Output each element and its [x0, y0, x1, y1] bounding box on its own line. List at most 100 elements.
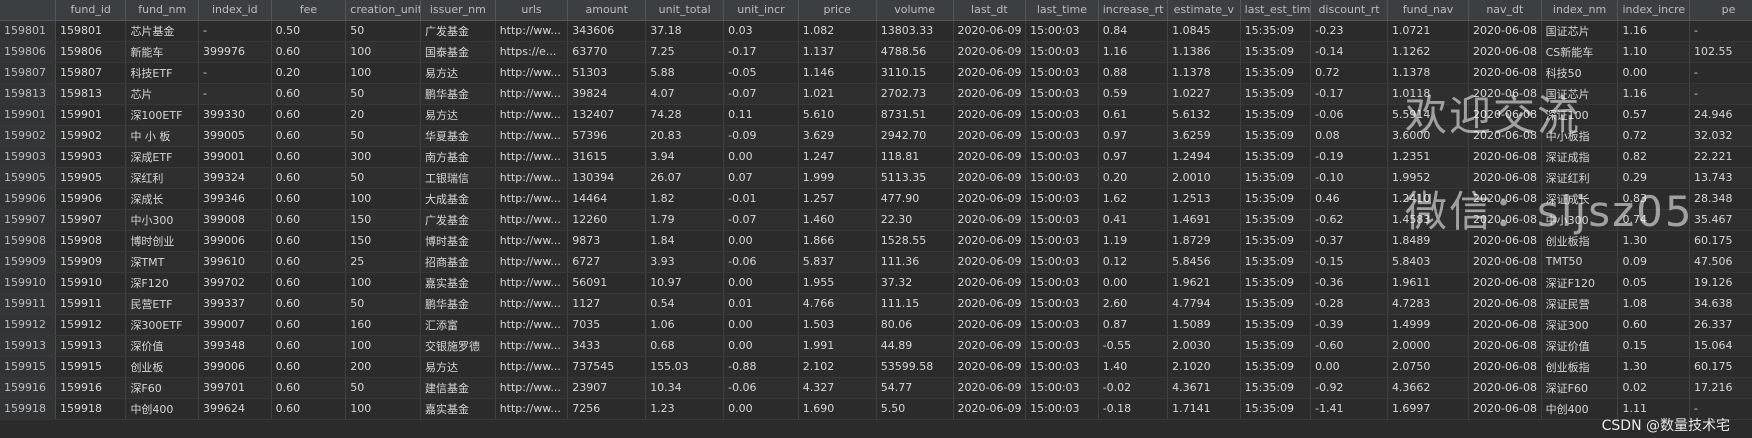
table-row[interactable]: 159908 159908 博时创业 399006 0.60 150 博时基金 http://… [0, 230, 1752, 252]
table-cell[interactable]: 1.1262 [1387, 41, 1470, 63]
table-cell[interactable]: 中小300 [1541, 209, 1619, 231]
table-cell[interactable]: 0.00 [1310, 356, 1388, 378]
table-cell[interactable]: 深证成指 [1541, 146, 1619, 168]
table-cell[interactable]: 74.28 [645, 104, 725, 126]
table-cell[interactable]: 博时创业 [125, 230, 200, 252]
table-cell[interactable]: 深证红利 [1541, 167, 1619, 189]
table-cell[interactable]: 4.7283 [1387, 293, 1470, 315]
table-cell[interactable]: 0.00 [723, 314, 799, 336]
table-cell[interactable]: 2.0010 [1167, 167, 1241, 189]
row-index-cell[interactable]: 159907 [0, 209, 56, 231]
table-cell[interactable]: -0.01 [723, 188, 799, 210]
table-cell[interactable]: 200 [345, 356, 421, 378]
table-cell[interactable]: 1.7141 [1167, 398, 1241, 420]
row-index-cell[interactable]: 159918 [0, 398, 56, 420]
table-cell[interactable]: 17.216 [1689, 377, 1752, 399]
column-header-fee[interactable]: fee [271, 0, 347, 21]
table-cell[interactable]: 13803.33 [876, 20, 954, 42]
table-cell[interactable]: 9873 [567, 230, 647, 252]
table-row[interactable]: 159915 159915 创业板 399006 0.60 200 易方达 http://ww… [0, 356, 1752, 378]
table-cell[interactable]: 2.0030 [1167, 335, 1241, 357]
table-cell[interactable]: 科技ETF [125, 62, 200, 84]
table-cell[interactable]: 399005 [198, 125, 272, 147]
table-cell[interactable]: 15:35:09 [1240, 251, 1312, 273]
table-cell[interactable]: 1.30 [1617, 356, 1690, 378]
table-cell[interactable]: 1.1386 [1167, 41, 1241, 63]
table-cell[interactable]: 1.8489 [1387, 230, 1470, 252]
table-cell[interactable]: 1.0845 [1167, 20, 1241, 42]
table-cell[interactable]: 44.89 [876, 335, 954, 357]
table-cell[interactable]: 0.60 [271, 41, 347, 63]
table-cell[interactable]: http://ww... [495, 314, 569, 336]
table-cell[interactable]: 159910 [55, 272, 127, 294]
table-row[interactable]: 159801 159801 芯片基金 -0.50 50 广发基金 http://ww... 3… [0, 20, 1752, 42]
table-cell[interactable]: 3110.15 [876, 62, 954, 84]
table-cell[interactable]: 0.46 [1310, 188, 1388, 210]
table-cell[interactable]: 深价值 [125, 335, 200, 357]
table-cell[interactable]: 0.00 [723, 272, 799, 294]
table-cell[interactable]: 2020-06-08 [1468, 251, 1542, 273]
table-cell[interactable]: 15:00:03 [1025, 251, 1099, 273]
table-cell[interactable]: 国证芯片 [1541, 83, 1619, 105]
table-cell[interactable]: 159918 [55, 398, 127, 420]
table-cell[interactable]: 399976 [198, 41, 272, 63]
table-cell[interactable]: 15:35:09 [1240, 41, 1312, 63]
table-cell[interactable]: 15:00:03 [1025, 314, 1099, 336]
table-cell[interactable]: 2020-06-09 [953, 377, 1027, 399]
table-cell[interactable]: 399006 [198, 230, 272, 252]
table-cell[interactable]: 2020-06-08 [1468, 314, 1542, 336]
table-cell[interactable]: 15:35:09 [1240, 20, 1312, 42]
row-index-cell[interactable]: 159912 [0, 314, 56, 336]
table-cell[interactable]: 1.991 [798, 335, 877, 357]
table-cell[interactable]: -0.18 [1098, 398, 1169, 420]
table-cell[interactable]: -0.07 [723, 83, 799, 105]
table-cell[interactable]: 399346 [198, 188, 272, 210]
table-cell[interactable]: 15:35:09 [1240, 167, 1312, 189]
table-cell[interactable]: 10.34 [645, 377, 725, 399]
table-cell[interactable]: 5.8456 [1167, 251, 1241, 273]
table-cell[interactable]: 2020-06-09 [953, 272, 1027, 294]
table-cell[interactable]: 1.4999 [1387, 314, 1470, 336]
table-cell[interactable]: 1.137 [798, 41, 877, 63]
table-cell[interactable]: 2.0000 [1387, 335, 1470, 357]
table-cell[interactable]: 0.02 [1617, 377, 1690, 399]
table-cell[interactable]: -0.14 [1310, 41, 1388, 63]
table-cell[interactable]: 1.5089 [1167, 314, 1241, 336]
table-cell[interactable]: - [1689, 20, 1752, 42]
table-cell[interactable]: -0.15 [1310, 251, 1388, 273]
table-cell[interactable]: - [1689, 62, 1752, 84]
table-cell[interactable]: 2702.73 [876, 83, 954, 105]
table-cell[interactable]: 0.60 [1617, 314, 1690, 336]
table-cell[interactable]: - [1689, 83, 1752, 105]
table-cell[interactable]: 132407 [567, 104, 647, 126]
table-cell[interactable]: 创业板 [125, 356, 200, 378]
table-cell[interactable]: 深成ETF [125, 146, 200, 168]
table-cell[interactable]: 1.19 [1098, 230, 1169, 252]
table-cell[interactable]: 深证F120 [1541, 272, 1619, 294]
table-cell[interactable]: 2020-06-08 [1468, 188, 1542, 210]
table-cell[interactable]: 2020-06-09 [953, 356, 1027, 378]
table-cell[interactable]: 华夏基金 [420, 125, 496, 147]
table-cell[interactable]: 1127 [567, 293, 647, 315]
table-cell[interactable]: 50 [345, 377, 421, 399]
table-cell[interactable]: 0.12 [1098, 251, 1169, 273]
table-cell[interactable]: 3433 [567, 335, 647, 357]
table-cell[interactable]: 10.97 [645, 272, 725, 294]
table-cell[interactable]: 1.8729 [1167, 230, 1241, 252]
table-cell[interactable]: 23907 [567, 377, 647, 399]
table-cell[interactable]: 0.60 [271, 209, 347, 231]
table-cell[interactable]: 15:00:03 [1025, 167, 1099, 189]
table-cell[interactable]: 0.60 [271, 356, 347, 378]
table-cell[interactable]: http://ww... [495, 251, 569, 273]
table-cell[interactable]: 芯片基金 [125, 20, 200, 42]
table-cell[interactable]: -0.07 [723, 209, 799, 231]
table-cell[interactable]: 2020-06-09 [953, 314, 1027, 336]
table-cell[interactable]: 招商基金 [420, 251, 496, 273]
table-cell[interactable]: http://ww... [495, 104, 569, 126]
table-cell[interactable]: 2.0750 [1387, 356, 1470, 378]
row-index-cell[interactable]: 159905 [0, 167, 56, 189]
table-cell[interactable]: 鹏华基金 [420, 293, 496, 315]
table-cell[interactable]: 0.00 [1617, 62, 1690, 84]
table-cell[interactable]: 159911 [55, 293, 127, 315]
table-cell[interactable]: 广发基金 [420, 20, 496, 42]
